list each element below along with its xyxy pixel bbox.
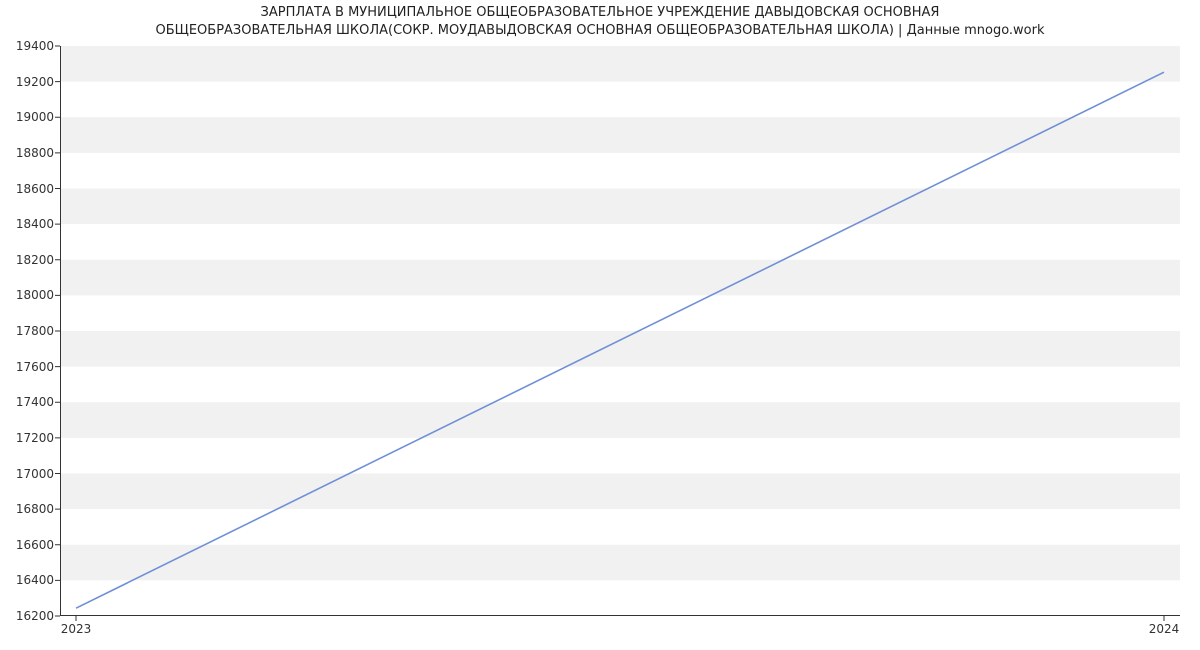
y-tick-label: 16400: [6, 573, 54, 587]
chart-title: ЗАРПЛАТА В МУНИЦИПАЛЬНОЕ ОБЩЕОБРАЗОВАТЕЛ…: [0, 4, 1200, 39]
y-tick-label: 16200: [6, 609, 54, 623]
y-tick-label: 18200: [6, 253, 54, 267]
y-tick-label: 17200: [6, 431, 54, 445]
y-tick-label: 18000: [6, 288, 54, 302]
y-tick-label: 17600: [6, 360, 54, 374]
y-tick-label: 16800: [6, 502, 54, 516]
line-chart: ЗАРПЛАТА В МУНИЦИПАЛЬНОЕ ОБЩЕОБРАЗОВАТЕЛ…: [0, 0, 1200, 650]
y-tick-label: 17800: [6, 324, 54, 338]
plot-svg: [60, 46, 1180, 616]
y-tick-label: 19000: [6, 110, 54, 124]
y-tick-label: 19400: [6, 39, 54, 53]
y-tick-label: 16600: [6, 538, 54, 552]
y-tick-label: 17000: [6, 467, 54, 481]
x-tick-label: 2024: [1149, 622, 1180, 636]
y-tick-label: 18400: [6, 217, 54, 231]
y-tick-label: 18600: [6, 182, 54, 196]
y-tick-label: 19200: [6, 75, 54, 89]
y-tick-label: 18800: [6, 146, 54, 160]
plot-area: [60, 46, 1180, 616]
y-tick-label: 17400: [6, 395, 54, 409]
x-tick-label: 2023: [61, 622, 92, 636]
